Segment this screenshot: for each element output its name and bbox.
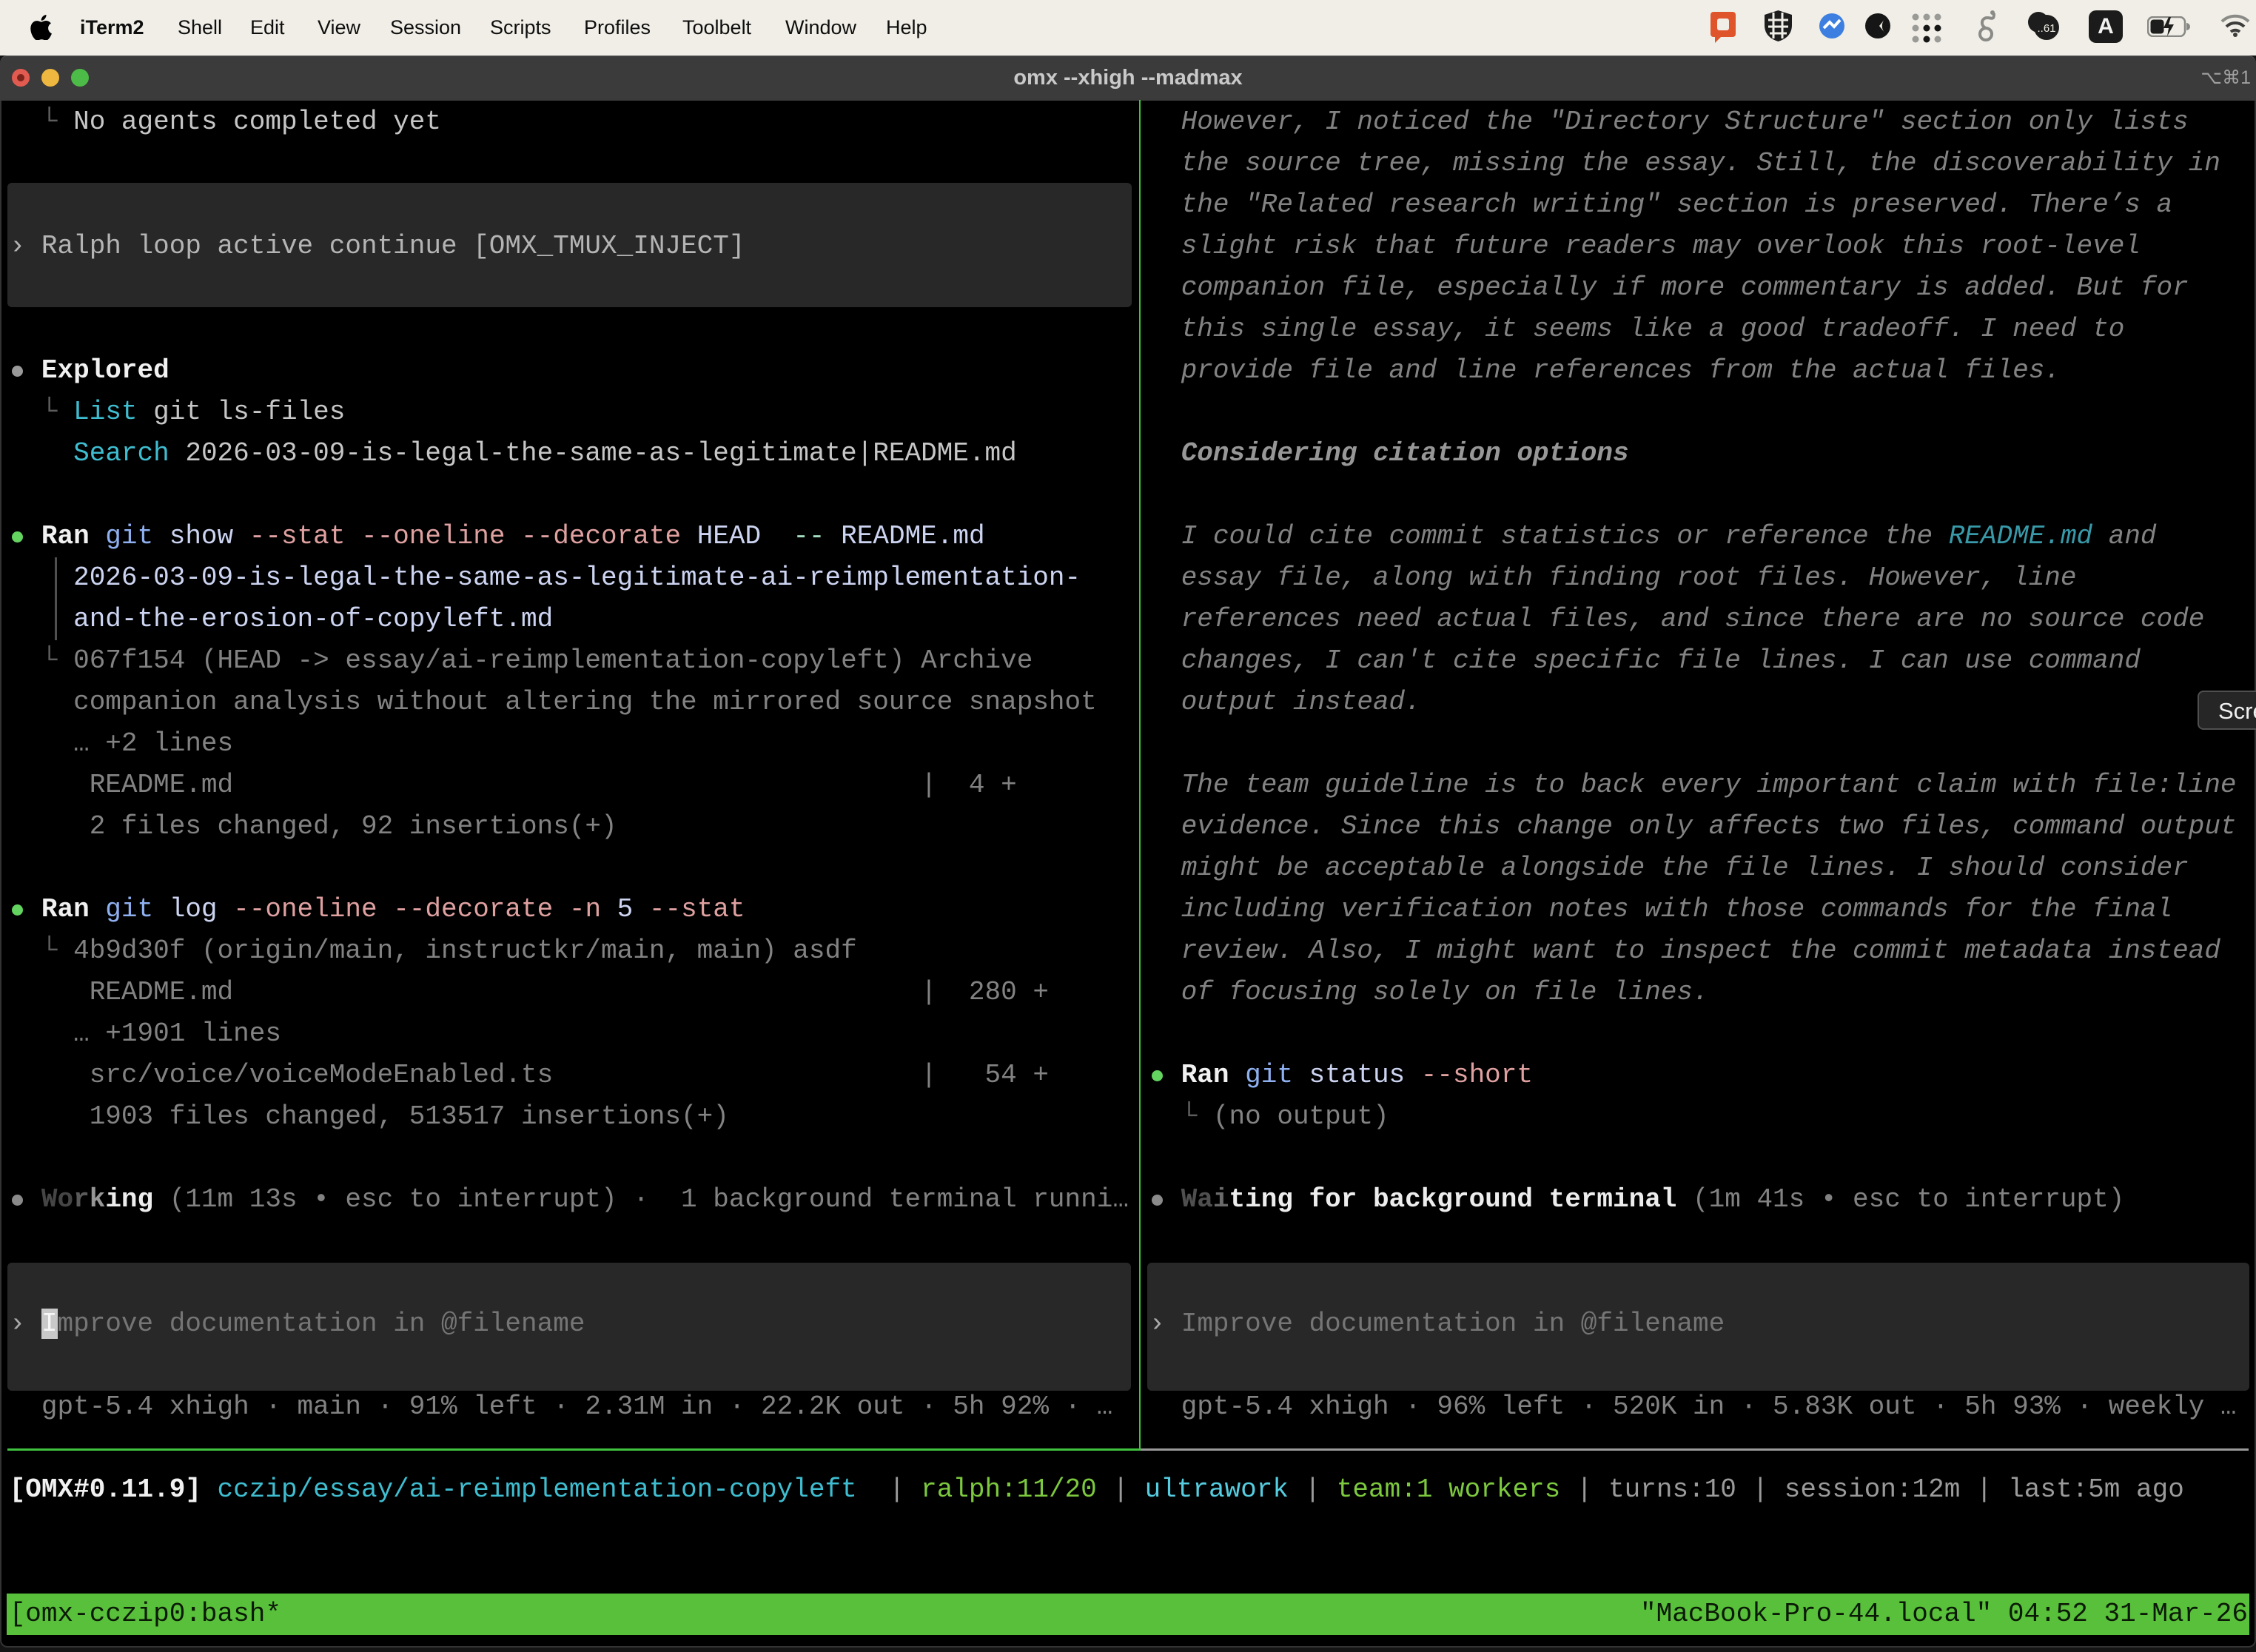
svg-text:..61: ..61	[2037, 22, 2055, 35]
